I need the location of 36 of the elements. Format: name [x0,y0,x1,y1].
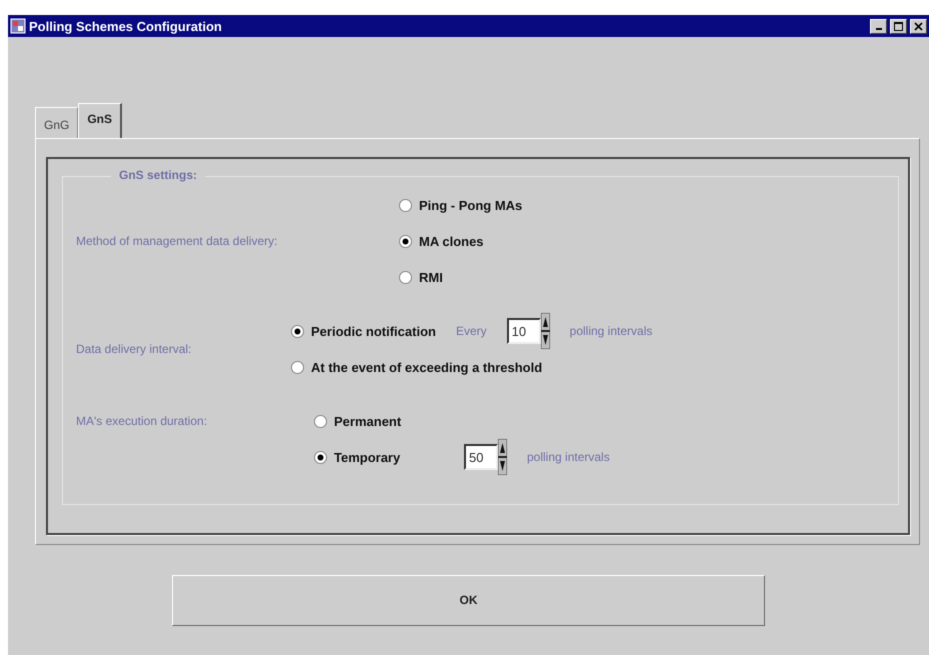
ok-button[interactable]: OK [172,574,765,626]
radio-icon[interactable] [399,270,412,284]
setting-label: MA's execution duration: [76,413,208,430]
window-title: Polling Schemes Configuration [29,18,223,34]
radio-button[interactable]: RMI [399,270,443,284]
radio-button[interactable]: MA clones [399,234,484,248]
maximize-icon [894,22,903,30]
radio-icon[interactable] [314,450,327,464]
setting-label: Data delivery interval: [76,341,192,358]
spinner-field[interactable]: 10 [506,318,541,344]
maximize-button[interactable] [890,18,907,34]
radio-button[interactable]: Periodic notification [291,324,436,338]
close-icon [914,22,923,30]
prefix-label: Every [456,324,487,338]
radio-icon[interactable] [399,198,412,212]
app-icon [10,18,26,34]
spin-arrows-icon[interactable] [540,313,550,349]
spin-arrows-icon[interactable] [498,439,507,475]
radio-button[interactable]: At the event of exceeding a threshold [291,360,542,374]
unit-label: polling intervals [570,324,652,338]
group-title: GnS settings: [111,168,206,182]
radio-icon[interactable] [291,360,304,374]
radio-button[interactable]: Ping - Pong MAs [399,198,522,212]
radio-icon[interactable] [291,324,304,338]
radio-button[interactable]: Temporary [314,450,444,464]
unit-label: polling intervals [527,450,610,464]
tab[interactable]: GnG [35,107,78,138]
setting-label: Method of management data delivery: [76,233,278,250]
radio-icon[interactable] [314,414,327,428]
minimize-icon [876,28,882,30]
minimize-button[interactable] [870,18,887,34]
spinner-field[interactable]: 50 [464,444,498,470]
radio-icon[interactable] [399,234,412,248]
radio-button[interactable]: Permanent [314,414,402,428]
close-button[interactable] [910,18,927,34]
tab[interactable]: GnS [78,103,122,138]
